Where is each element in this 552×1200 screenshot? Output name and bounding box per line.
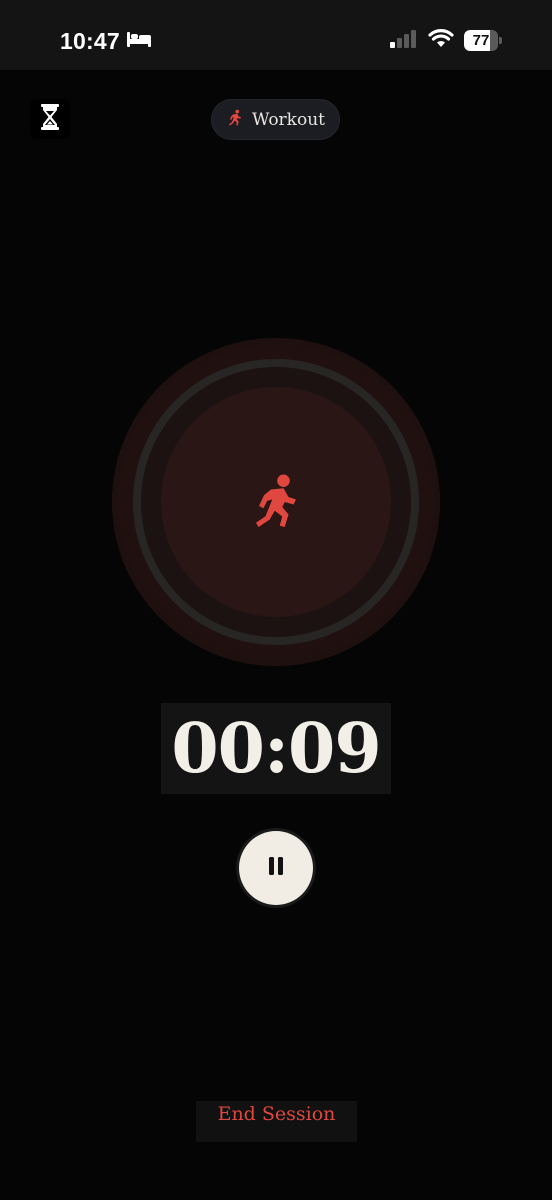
- status-bar: 10:47 77: [0, 0, 552, 70]
- mode-label: Workout: [252, 109, 325, 130]
- end-session-label: End Session: [217, 1103, 336, 1125]
- status-indicators: 77: [390, 29, 502, 52]
- status-time-group: 10:47: [60, 26, 152, 56]
- status-time: 10:47: [60, 27, 120, 54]
- running-person-icon: [226, 109, 244, 131]
- elapsed-time: 00:09: [171, 708, 381, 789]
- cellular-signal-icon: [390, 29, 418, 52]
- mode-selector[interactable]: Workout: [211, 99, 340, 140]
- pause-icon: [268, 856, 284, 880]
- timer-mode-button[interactable]: [30, 99, 70, 139]
- pause-button[interactable]: [239, 831, 313, 905]
- elapsed-timer: 00:09: [161, 703, 391, 794]
- bed-icon: [126, 30, 152, 52]
- activity-circle: [112, 338, 440, 666]
- battery-level: 77: [472, 32, 490, 49]
- running-person-icon: [246, 472, 306, 532]
- wifi-icon: [428, 29, 454, 52]
- end-session-button[interactable]: End Session: [196, 1101, 357, 1142]
- hourglass-icon: [40, 104, 60, 134]
- battery-indicator: 77: [464, 30, 502, 51]
